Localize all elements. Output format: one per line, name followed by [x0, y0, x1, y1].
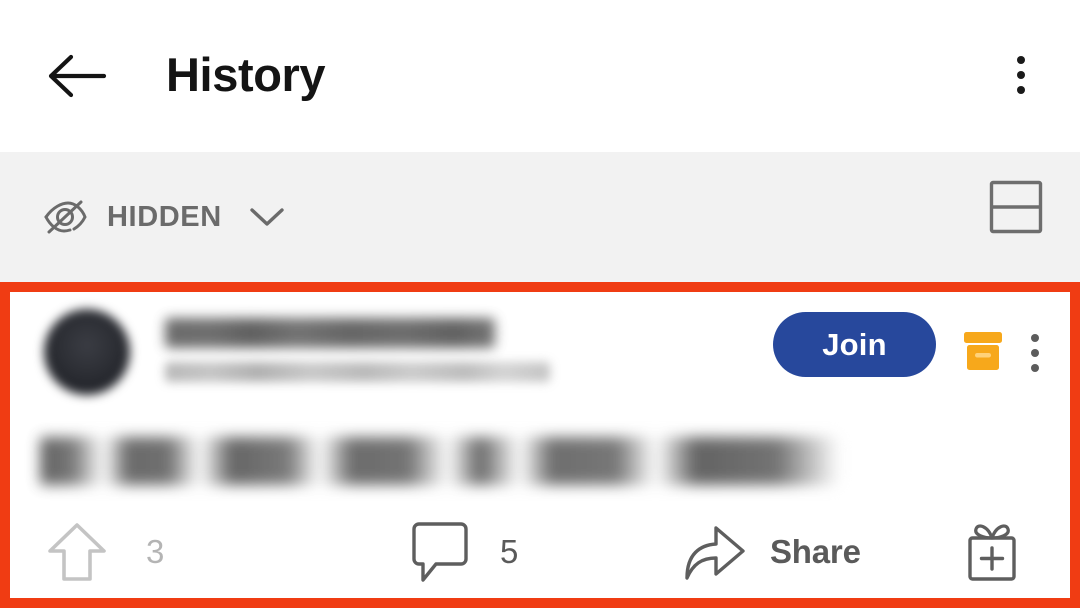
post-header: Join: [10, 292, 1070, 414]
app-screen: History HIDDEN Join 3 5 Share: [0, 0, 1080, 608]
comment-button[interactable]: 5: [410, 520, 518, 584]
kebab-dot: [1031, 364, 1039, 372]
post-action-bar: 3 5 Share: [10, 507, 1070, 598]
chevron-down-icon: [248, 198, 286, 236]
filter-label: HIDDEN: [107, 200, 222, 233]
card-layout-icon: [989, 180, 1043, 234]
back-button[interactable]: [44, 45, 108, 107]
filter-bar: HIDDEN: [0, 152, 1080, 282]
comment-bubble-icon: [412, 522, 468, 582]
arrow-left-icon: [48, 54, 107, 98]
header-overflow-button[interactable]: [998, 44, 1044, 106]
upvote-count: 3: [146, 533, 165, 570]
upvote-button[interactable]: 3: [46, 520, 164, 584]
kebab-dot: [1031, 334, 1039, 342]
page-title: History: [166, 48, 326, 101]
eye-off-icon: [42, 194, 88, 240]
layout-toggle-button[interactable]: [988, 179, 1044, 235]
subreddit-avatar[interactable]: [44, 309, 130, 395]
award-button[interactable]: [962, 520, 1022, 584]
gift-award-icon: [968, 524, 1016, 581]
upvote-arrow-icon: [48, 523, 106, 581]
app-header: History: [0, 0, 1080, 152]
archive-button[interactable]: [960, 328, 1006, 374]
share-button[interactable]: Share: [682, 520, 861, 584]
post-metadata: [165, 362, 550, 382]
kebab-dot: [1031, 349, 1039, 357]
join-button[interactable]: Join: [773, 312, 936, 377]
kebab-dot: [1017, 86, 1025, 94]
kebab-dot: [1017, 71, 1025, 79]
archive-box-icon: [964, 332, 1002, 370]
kebab-dot: [1017, 56, 1025, 64]
share-arrow-icon: [685, 526, 745, 580]
post-overflow-button[interactable]: [1020, 330, 1050, 376]
comment-count: 5: [500, 533, 519, 570]
subreddit-name[interactable]: [165, 318, 495, 348]
post-card[interactable]: Join 3 5 Share: [10, 292, 1070, 598]
share-label: Share: [770, 533, 861, 570]
hidden-filter-dropdown[interactable]: HIDDEN: [42, 182, 286, 252]
post-title[interactable]: [40, 437, 840, 485]
